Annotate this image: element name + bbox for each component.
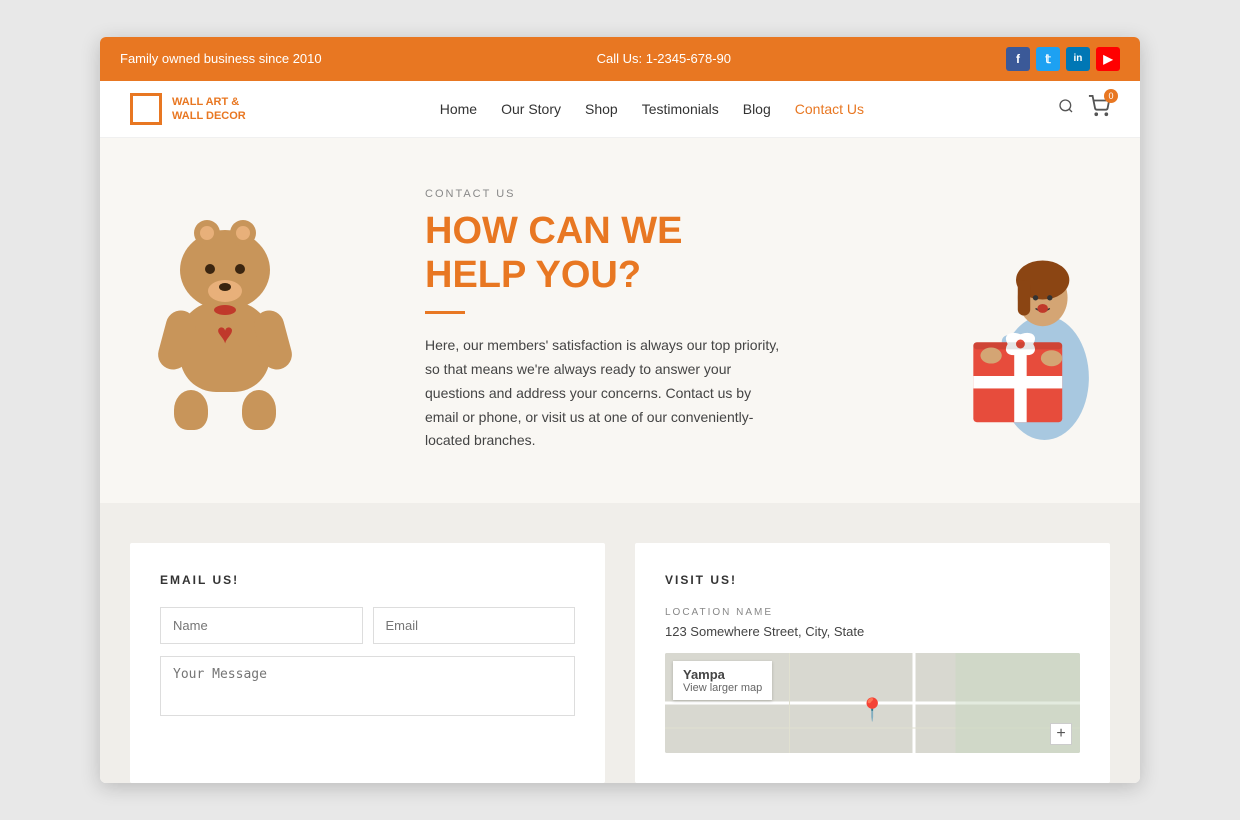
contact-us-label: CONTACT US [425,188,785,200]
hero-divider [425,311,465,314]
hero-title: HOW CAN WE HELP YOU? [425,210,785,297]
email-input[interactable] [373,607,576,644]
email-section-label: EMAIL US! [160,573,575,587]
visit-section-label: VISIT US! [665,573,1080,587]
facebook-icon[interactable]: f [1006,47,1030,71]
location-address: 123 Somewhere Street, City, State [665,624,1080,639]
teddy-bear-image: ♥ [130,230,320,410]
social-links: f 𝕥 in ▶ [1006,47,1120,71]
map-placeholder: Yampa View larger map 📍 + [665,653,1080,753]
hero-section: ♥ CONTACT US HOW CAN WE HELP YOU? Here, … [100,138,1140,503]
bear-bow [214,305,236,315]
youtube-icon[interactable]: ▶ [1096,47,1120,71]
twitter-icon[interactable]: 𝕥 [1036,47,1060,71]
navbar: WALL ART & WALL DECOR Home Our Story Sho… [100,81,1140,138]
bottom-grid: EMAIL US! VISIT US! LOCATION NAME 123 So… [130,543,1110,783]
location-name-label: LOCATION NAME [665,607,1080,618]
gift-woman-image [890,200,1110,440]
top-bar-phone: Call Us: 1-2345-678-90 [597,51,731,66]
cart-badge: 0 [1104,89,1118,103]
message-textarea[interactable] [160,656,575,716]
nav-blog[interactable]: Blog [743,101,771,117]
nav-right: 0 [1058,95,1110,123]
name-input[interactable] [160,607,363,644]
hero-description: Here, our members' satisfaction is alway… [425,334,785,453]
email-section: EMAIL US! [130,543,605,783]
nav-home[interactable]: Home [440,101,477,117]
linkedin-icon[interactable]: in [1066,47,1090,71]
nav-testimonials[interactable]: Testimonials [642,101,719,117]
form-name-email-row [160,607,575,644]
nav-shop[interactable]: Shop [585,101,618,117]
map-view-larger[interactable]: View larger map [683,682,762,694]
nav-contact-us[interactable]: Contact Us [795,101,864,117]
bear-heart: ♥ [217,318,234,350]
map-pin-icon: 📍 [859,697,886,723]
logo: WALL ART & WALL DECOR [130,93,246,125]
browser-window: Family owned business since 2010 Call Us… [100,37,1140,783]
bottom-section: EMAIL US! VISIT US! LOCATION NAME 123 So… [100,503,1140,783]
map-zoom-in[interactable]: + [1050,723,1072,745]
top-bar-business-text: Family owned business since 2010 [120,51,322,66]
top-bar: Family owned business since 2010 Call Us… [100,37,1140,81]
map-city: Yampa [683,667,762,682]
logo-text: WALL ART & WALL DECOR [172,95,246,124]
map-label-box: Yampa View larger map [673,661,772,700]
cart-button[interactable]: 0 [1088,95,1110,123]
visit-section: VISIT US! LOCATION NAME 123 Somewhere St… [635,543,1110,783]
search-button[interactable] [1058,98,1074,119]
logo-icon [130,93,162,125]
nav-links: Home Our Story Shop Testimonials Blog Co… [440,101,864,117]
bear-head [180,230,270,310]
nav-our-story[interactable]: Our Story [501,101,561,117]
hero-content: CONTACT US HOW CAN WE HELP YOU? Here, ou… [385,188,825,453]
